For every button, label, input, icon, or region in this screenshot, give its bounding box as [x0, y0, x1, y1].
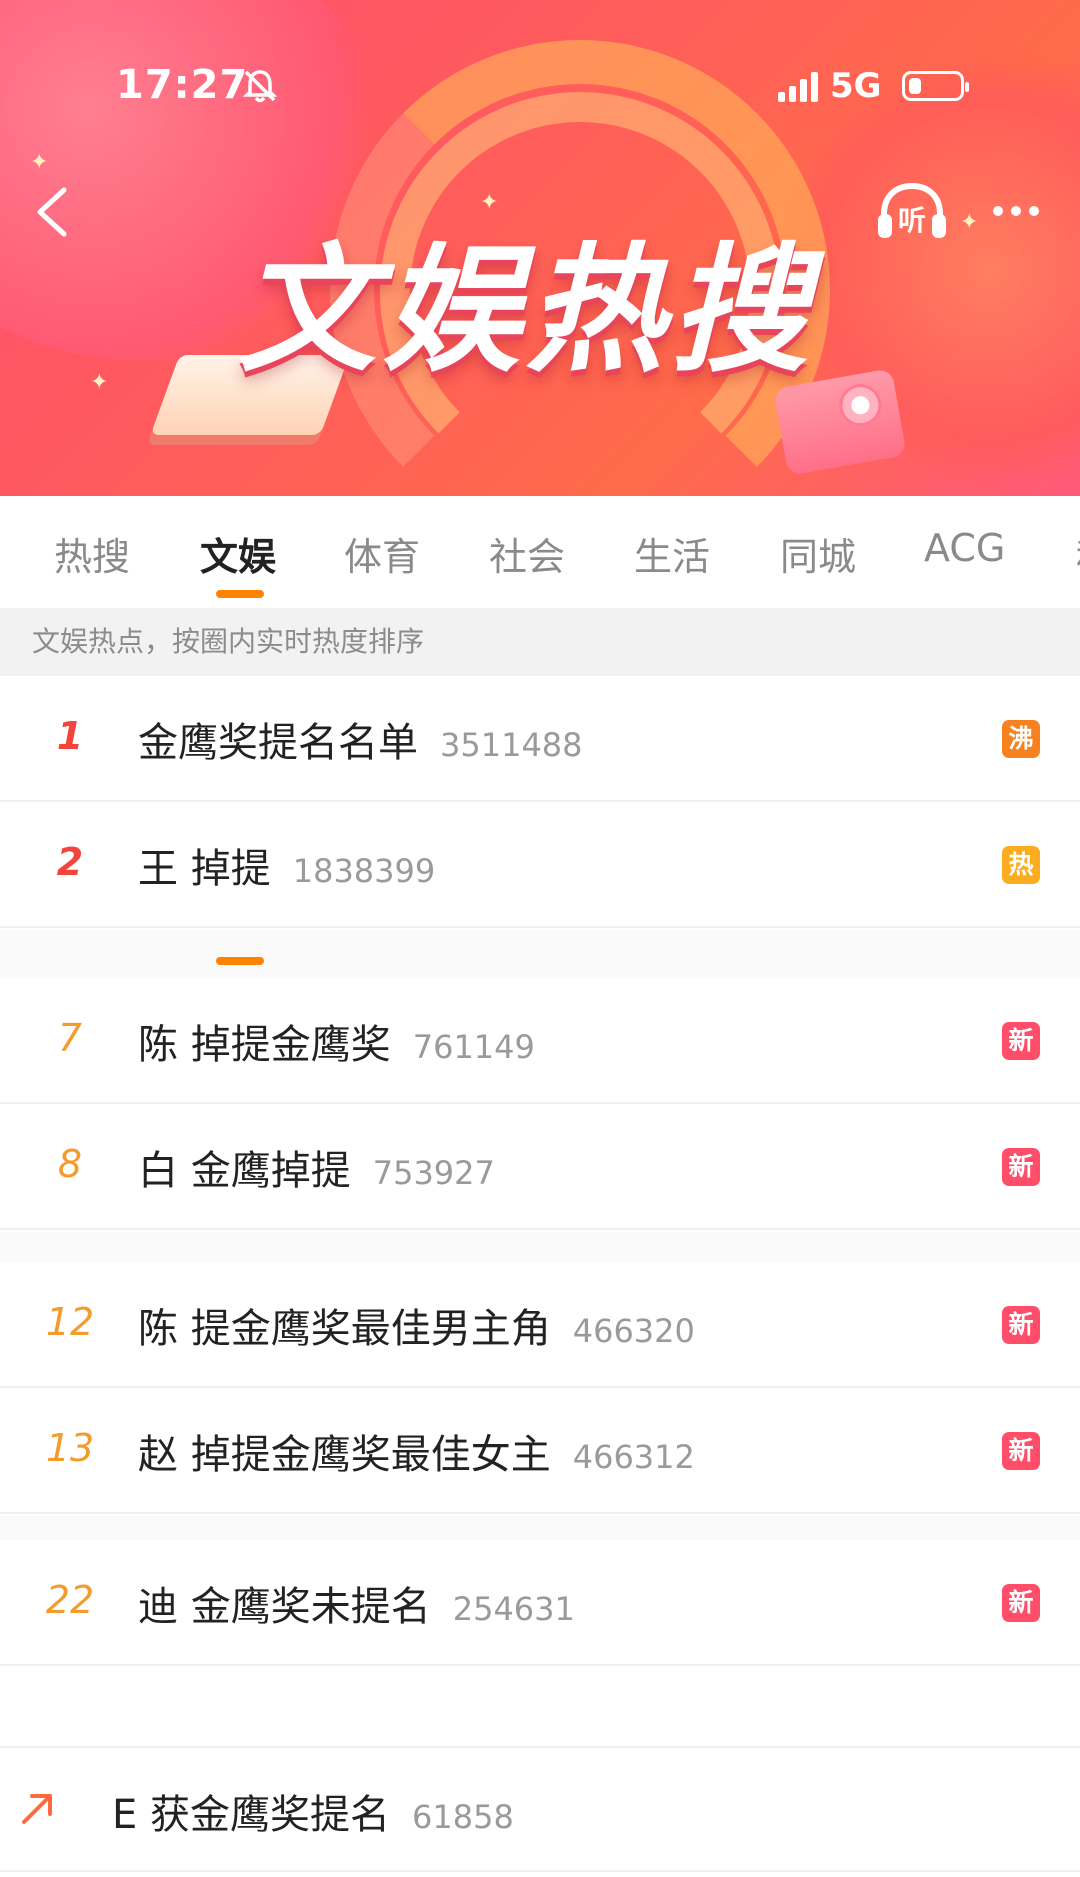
hot-badge: 热	[1002, 846, 1040, 884]
item-title: 金鹰奖提名名单	[138, 720, 418, 766]
heat-count: 466312	[572, 1438, 695, 1476]
tab-tech[interactable]: 科	[1076, 526, 1080, 581]
more-dot-icon	[993, 206, 1003, 216]
rank-number: 1	[56, 714, 84, 758]
header-banner: ✦ ✦ ✦ ✦ 17:27 5G 听 文娱热搜	[0, 0, 1080, 496]
list-item[interactable]: 13 赵 掉提金鹰奖最佳女主 466312 新	[0, 1388, 1080, 1514]
rank-number: 8	[57, 1142, 83, 1186]
banner-title: 文娱热搜	[238, 230, 815, 391]
tab-entertainment[interactable]: 文娱	[200, 526, 276, 581]
item-title: 陈 掉提金鹰奖	[138, 1022, 391, 1068]
tab-local[interactable]: 同城	[780, 526, 856, 581]
item-title-line: 迪 金鹰奖未提名 254631	[138, 1574, 575, 1632]
tab-life[interactable]: 生活	[634, 526, 710, 581]
heat-count: 466320	[572, 1312, 695, 1350]
more-button[interactable]	[978, 186, 1054, 236]
item-title: 白 金鹰掉提	[138, 1148, 351, 1194]
item-title-line: 赵 掉提金鹰奖最佳女主 466312	[138, 1422, 695, 1480]
list-item[interactable]: 8 白 金鹰掉提 753927 新	[0, 1104, 1080, 1230]
rank-number: 2	[56, 840, 84, 884]
heat-count: 254631	[452, 1590, 575, 1628]
item-title: 陈 提金鹰奖最佳男主角	[138, 1306, 551, 1352]
item-title-line: 金鹰奖提名名单 3511488	[138, 710, 583, 768]
list-item[interactable]: 7 陈 掉提金鹰奖 761149 新	[0, 978, 1080, 1104]
item-title-line: 王 掉提 1838399	[138, 836, 435, 894]
list-item[interactable]: 22 迪 金鹰奖未提名 254631 新	[0, 1540, 1080, 1666]
more-dot-icon	[1029, 206, 1039, 216]
boiling-badge: 沸	[1002, 720, 1040, 758]
list-item[interactable]: 2 王 掉提 1838399 热	[0, 802, 1080, 928]
new-badge: 新	[1002, 1022, 1040, 1060]
heat-count: 3511488	[440, 726, 583, 764]
list-divider	[0, 1232, 1080, 1262]
heat-count: 61858	[412, 1798, 514, 1836]
item-title-line: 陈 掉提金鹰奖 761149	[138, 1012, 535, 1070]
battery-icon	[901, 71, 969, 101]
back-button[interactable]	[24, 180, 80, 244]
tab-sports[interactable]: 体育	[344, 526, 420, 581]
item-title: E 获金鹰奖提名	[112, 1792, 390, 1838]
rank-number: 12	[45, 1300, 95, 1344]
heat-count: 761149	[412, 1028, 535, 1066]
more-dot-icon	[1011, 206, 1021, 216]
listen-label: 听	[898, 204, 926, 237]
mute-bell-icon	[242, 70, 278, 103]
heat-count: 753927	[372, 1154, 495, 1192]
trending-arrow-icon	[22, 1794, 52, 1824]
rank-number: 13	[45, 1426, 95, 1470]
headphones-icon: 听	[878, 182, 946, 238]
status-icons: 5G	[778, 66, 969, 106]
sparkle-icon: ✦	[30, 150, 49, 175]
list-divider	[0, 1516, 1080, 1540]
tab-acg[interactable]: ACG	[924, 526, 1005, 570]
item-title-line: 陈 提金鹰奖最佳男主角 466320	[138, 1296, 695, 1354]
network-type: 5G	[830, 66, 882, 106]
rank-number: 7	[57, 1016, 83, 1060]
list-divider	[0, 930, 1080, 978]
tab-society[interactable]: 社会	[489, 526, 565, 581]
list-spacer	[0, 1668, 1080, 1744]
scroll-indicator	[216, 957, 264, 965]
item-title: 赵 掉提金鹰奖最佳女主	[138, 1432, 551, 1478]
new-badge: 新	[1002, 1432, 1040, 1470]
sparkle-icon: ✦	[960, 210, 979, 235]
list-item-trending[interactable]: E 获金鹰奖提名 61858	[0, 1746, 1080, 1872]
signal-icon	[778, 70, 818, 102]
rank-number: 22	[45, 1578, 95, 1622]
item-title-line: E 获金鹰奖提名 61858	[112, 1782, 514, 1840]
list-item[interactable]: 1 金鹰奖提名名单 3511488 沸	[0, 676, 1080, 802]
item-title-line: 白 金鹰掉提 753927	[138, 1138, 495, 1196]
new-badge: 新	[1002, 1306, 1040, 1344]
heat-count: 1838399	[292, 852, 436, 890]
list-item[interactable]: 12 陈 提金鹰奖最佳男主角 466320 新	[0, 1262, 1080, 1388]
status-time: 17:27	[116, 62, 249, 108]
new-badge: 新	[1002, 1584, 1040, 1622]
list-description: 文娱热点，按圈内实时热度排序	[0, 608, 1080, 676]
tab-hot-search[interactable]: 热搜	[54, 526, 130, 581]
chevron-left-icon	[37, 187, 67, 237]
item-title: 王 掉提	[138, 846, 271, 892]
listen-button[interactable]: 听	[874, 180, 950, 244]
sparkle-icon: ✦	[90, 370, 109, 395]
active-tab-indicator	[216, 590, 264, 598]
new-badge: 新	[1002, 1148, 1040, 1186]
item-title: 迪 金鹰奖未提名	[138, 1584, 431, 1630]
category-tabs: 热搜 文娱 体育 社会 生活 同城 ACG 科	[0, 496, 1080, 606]
